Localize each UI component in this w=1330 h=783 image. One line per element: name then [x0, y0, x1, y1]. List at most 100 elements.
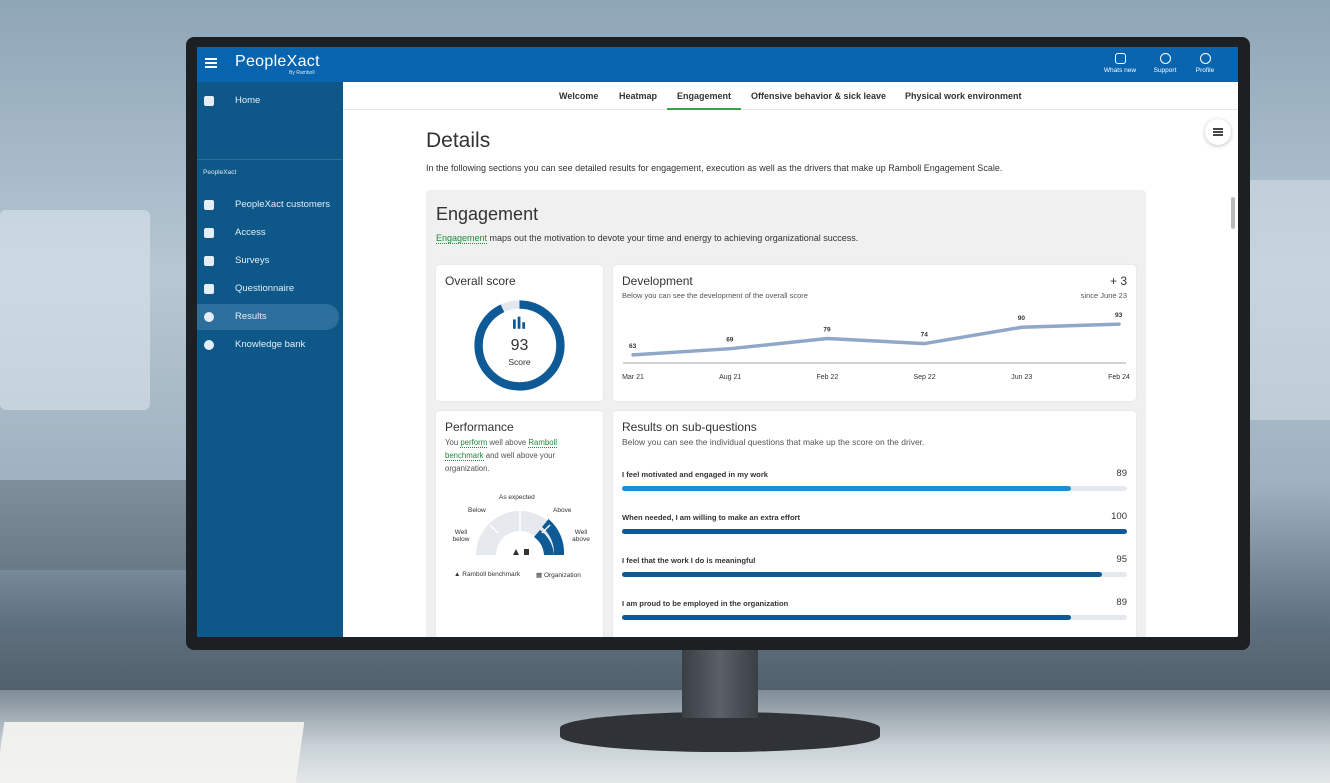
tab-bar: Welcome Heatmap Engagement Offensive beh…: [343, 82, 1238, 110]
sidebar-divider: [197, 159, 343, 160]
sidebar-item-label: PeopleXact customers: [235, 199, 331, 210]
perf-t2: well above: [487, 438, 529, 447]
question-score: 95: [1116, 554, 1127, 565]
gauge-as-expected: As expected: [499, 494, 535, 501]
clipboard-icon: [204, 256, 214, 266]
score-bar-track: [622, 615, 1127, 620]
question-score: 89: [1116, 468, 1127, 479]
development-since: since June 23: [1080, 291, 1127, 300]
gauge-well-above: Well above: [572, 529, 590, 543]
score-bar-fill: [622, 529, 1127, 534]
background-window: [0, 210, 150, 410]
list-item: When needed, I am willing to make an ext…: [622, 511, 1127, 541]
newspaper: [0, 722, 305, 783]
sidebar-item-results[interactable]: Results: [197, 304, 339, 330]
sidebar-item-access[interactable]: Access: [197, 220, 339, 246]
perf-t1: You: [445, 438, 461, 447]
page-description: In the following sections you can see de…: [426, 163, 1003, 173]
sidebar-item-surveys[interactable]: Surveys: [197, 248, 339, 274]
data-label: 90: [1018, 315, 1026, 322]
collapse-button[interactable]: [1205, 119, 1231, 145]
data-label: 93: [1115, 312, 1123, 319]
engagement-description: Engagement maps out the motivation to de…: [436, 233, 859, 244]
question-score: 89: [1116, 597, 1127, 608]
sidebar: Home PeopleXact PeopleXact customers Acc…: [197, 82, 343, 637]
question-text: When needed, I am willing to make an ext…: [622, 513, 801, 522]
store-icon: [204, 200, 214, 210]
score-bar-track: [622, 529, 1127, 534]
perform-link[interactable]: perform: [460, 438, 488, 448]
overall-score-title: Overall score: [445, 274, 516, 288]
sidebar-item-label: Surveys: [235, 255, 270, 266]
legend-organization-label: Organization: [543, 572, 581, 579]
score-bar-fill: [622, 615, 1072, 620]
performance-text: You perform well above Ramboll benchmark…: [445, 436, 580, 475]
x-tick-label: Mar 21: [622, 374, 644, 381]
sidebar-item-label: Access: [235, 227, 266, 238]
monitor-foot: [560, 712, 880, 752]
question-text: I am proud to be employed in the organiz…: [622, 599, 789, 608]
sidebar-item-questionnaire[interactable]: Questionnaire: [197, 276, 339, 302]
scrollbar[interactable]: [1231, 197, 1235, 229]
list-item: I am proud to be employed in the organiz…: [622, 597, 1127, 627]
legend-benchmark-label: Ramboll benchmark: [462, 571, 521, 578]
tab-welcome[interactable]: Welcome: [559, 91, 598, 101]
engagement-panel: Engagement Engagement maps out the motiv…: [426, 190, 1146, 637]
x-tick-label: Sep 22: [914, 374, 936, 381]
score-bar-track: [622, 572, 1127, 577]
development-title: Development: [622, 274, 693, 288]
profile-button[interactable]: Profile: [1185, 53, 1225, 74]
sidebar-item-knowledge-bank[interactable]: Knowledge bank: [197, 332, 339, 358]
x-tick-label: Feb 22: [817, 374, 839, 381]
list-item: I feel motivated and engaged in my work 8…: [622, 468, 1127, 498]
tab-heatmap[interactable]: Heatmap: [619, 91, 657, 101]
score-bar-fill: [622, 486, 1072, 491]
tab-offensive-behavior[interactable]: Offensive behavior & sick leave: [751, 91, 886, 101]
whats-new-label: Whats new: [1103, 67, 1137, 74]
engagement-link[interactable]: Engagement: [436, 233, 488, 244]
support-label: Support: [1153, 67, 1177, 74]
data-label: 79: [823, 326, 831, 333]
x-tick-label: Aug 21: [719, 374, 741, 381]
tab-engagement[interactable]: Engagement: [677, 91, 731, 101]
support-button[interactable]: Support: [1145, 53, 1185, 74]
legend-organization: ▦ Organization: [536, 572, 581, 579]
data-label: 74: [921, 332, 929, 339]
engagement-title: Engagement: [436, 204, 539, 224]
question-text: I feel that the work I do is meaningful: [622, 556, 756, 565]
gift-icon: [1114, 53, 1126, 64]
subquestions-card: Results on sub-questions Below you can s…: [613, 411, 1136, 637]
score-value: 93: [510, 337, 529, 354]
data-label: 69: [726, 337, 734, 344]
active-tab-indicator: [667, 108, 741, 110]
collapse-icon: [1213, 128, 1223, 130]
gauge-above: Above: [553, 507, 572, 514]
engagement-desc-text: maps out the motivation to devote your t…: [487, 233, 859, 243]
profile-icon: [1199, 53, 1211, 64]
sidebar-section-label: PeopleXact: [203, 169, 237, 176]
menu-icon[interactable]: [205, 58, 217, 68]
background-shelf: [0, 480, 190, 570]
sidebar-item-home[interactable]: Home: [197, 88, 339, 114]
sidebar-item-customers[interactable]: PeopleXact customers: [197, 192, 339, 218]
development-card: Development Below you can see the develo…: [613, 265, 1136, 401]
app-logo[interactable]: PeopleXact: [235, 53, 320, 71]
question-text: I feel motivated and engaged in my work: [622, 470, 769, 479]
sidebar-item-label: Knowledge bank: [235, 339, 306, 350]
shield-icon: [204, 228, 214, 238]
development-delta: + 3: [1109, 274, 1127, 288]
x-tick-label: Feb 24: [1108, 374, 1130, 381]
list-item: I feel that the work I do is meaningful 9…: [622, 554, 1127, 584]
main-content: Welcome Heatmap Engagement Offensive beh…: [343, 82, 1238, 637]
series-line: [631, 322, 1121, 357]
headset-icon: [1159, 53, 1171, 64]
score-bar-track: [622, 486, 1127, 491]
tab-physical-work-environment[interactable]: Physical work environment: [905, 91, 1022, 101]
sidebar-item-label: Home: [235, 95, 261, 106]
whats-new-button[interactable]: Whats new: [1100, 53, 1140, 74]
pie-chart-icon: [204, 312, 214, 322]
legend-benchmark: ▲ Ramboll benchmark: [454, 571, 521, 578]
top-bar: PeopleXact By Ramboll Whats new Support …: [197, 47, 1238, 82]
gauge-well-below: Well below: [452, 529, 470, 543]
app-logo-sub: By Ramboll: [289, 70, 315, 76]
